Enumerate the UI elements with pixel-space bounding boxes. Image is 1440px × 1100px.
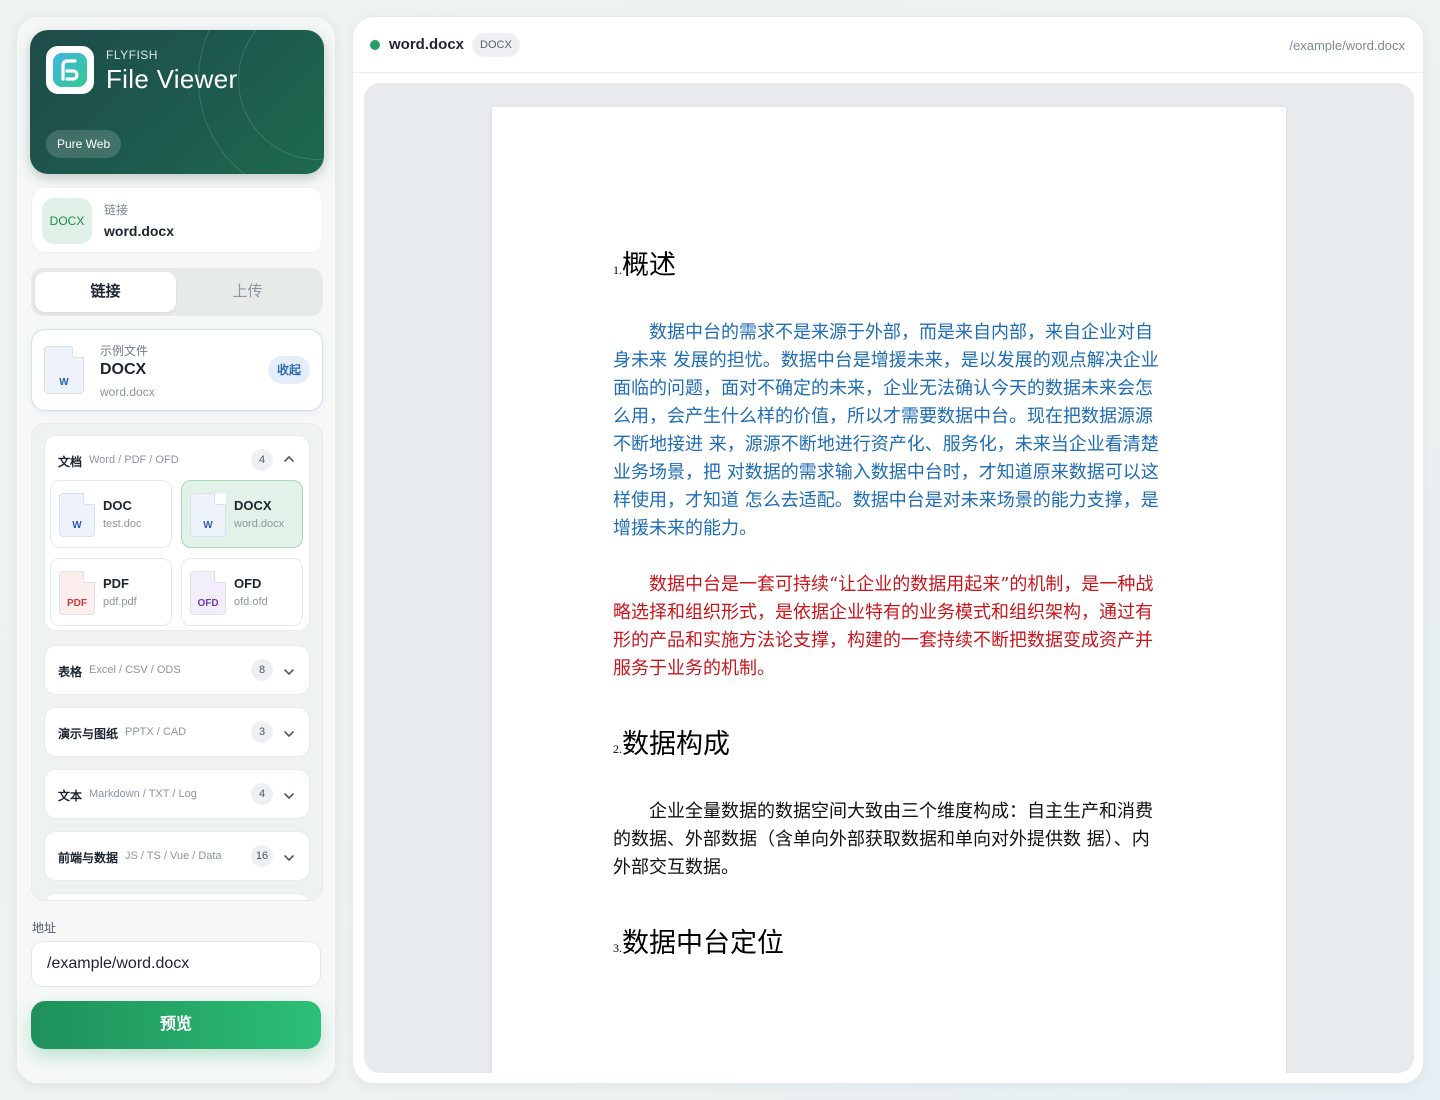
group-count: 4 bbox=[251, 449, 273, 471]
word-file-icon: W bbox=[190, 493, 226, 537]
group-frontend-data[interactable]: 前端与数据 JS / TS / Vue / Data 16 bbox=[44, 831, 310, 881]
heading-1: 1.概述 bbox=[613, 250, 676, 281]
app-title: File Viewer bbox=[106, 64, 238, 94]
address-label: 地址 bbox=[32, 921, 57, 935]
address-input[interactable]: /example/word.docx bbox=[31, 941, 321, 987]
source-segmented-control: 链接 上传 bbox=[31, 268, 323, 316]
group-more bbox=[44, 893, 310, 900]
chevron-down-icon[interactable] bbox=[283, 728, 295, 740]
ofd-file-icon: OFD bbox=[190, 571, 226, 615]
file-type-tag: DOCX bbox=[42, 198, 92, 244]
viewer-file-path: /example/word.docx bbox=[1289, 38, 1405, 53]
word-file-icon: W bbox=[44, 346, 84, 394]
current-file-label: 链接 bbox=[104, 203, 129, 217]
group-subtitle: Word / PDF / OFD bbox=[89, 454, 179, 466]
chevron-down-icon[interactable] bbox=[283, 852, 295, 864]
group-documents: 文档 Word / PDF / OFD 4 W DOC test.doc W D… bbox=[44, 435, 310, 631]
document-viewport[interactable]: 1.概述 数据中台的需求不是来源于外部，而是来自内部，来自企业对自身未来 发展的… bbox=[364, 83, 1414, 1073]
group-title[interactable]: 文档 bbox=[58, 453, 82, 470]
paragraph-3: 企业全量数据的数据空间大致由三个维度构成：自主生产和消费的数据、外部数据（含单向… bbox=[613, 801, 1153, 878]
tab-link[interactable]: 链接 bbox=[35, 272, 176, 312]
viewer-file-type: DOCX bbox=[472, 33, 520, 57]
sample-file-card[interactable]: W 示例文件 DOCX word.docx 收起 bbox=[31, 329, 323, 411]
file-tile-ofd[interactable]: OFD OFD ofd.ofd bbox=[181, 558, 303, 626]
file-catalog: 文档 Word / PDF / OFD 4 W DOC test.doc W D… bbox=[31, 423, 323, 901]
chevron-down-icon[interactable] bbox=[283, 790, 295, 802]
sidebar: FLYFISH File Viewer Pure Web DOCX 链接 wor… bbox=[16, 16, 336, 1084]
paragraph-2: 数据中台是一套可持续“让企业的数据用起来”的机制，是一种战略选择和组织形式，是依… bbox=[613, 574, 1154, 679]
viewer-header: word.docx DOCX /example/word.docx bbox=[353, 17, 1423, 73]
file-tile-doc[interactable]: W DOC test.doc bbox=[50, 480, 172, 548]
viewer-file-name: word.docx bbox=[389, 36, 465, 53]
chevron-down-icon[interactable] bbox=[283, 666, 295, 678]
chevron-up-icon[interactable] bbox=[283, 453, 295, 465]
sample-kicker: 示例文件 bbox=[100, 344, 149, 358]
tab-upload[interactable]: 上传 bbox=[177, 272, 318, 312]
viewer-panel: word.docx DOCX /example/word.docx 1.概述 数… bbox=[352, 16, 1424, 1084]
group-spreadsheets[interactable]: 表格 Excel / CSV / ODS 8 bbox=[44, 645, 310, 695]
sample-name: DOCX bbox=[100, 361, 147, 378]
group-slides-cad[interactable]: 演示与图纸 PPTX / CAD 3 bbox=[44, 707, 310, 757]
heading-3: 3.数据中台定位 bbox=[613, 928, 784, 959]
brand-card: FLYFISH File Viewer Pure Web bbox=[30, 30, 324, 174]
sample-file: word.docx bbox=[100, 385, 155, 399]
preview-button[interactable]: 预览 bbox=[31, 1001, 321, 1049]
collapse-button[interactable]: 收起 bbox=[268, 356, 310, 384]
document-page: 1.概述 数据中台的需求不是来源于外部，而是来自内部，来自企业对自身未来 发展的… bbox=[492, 107, 1286, 1073]
word-file-icon: W bbox=[59, 493, 95, 537]
pure-web-badge: Pure Web bbox=[46, 130, 122, 158]
brand-kicker: FLYFISH bbox=[106, 48, 158, 62]
heading-2: 2.数据构成 bbox=[613, 729, 730, 760]
app-logo-icon bbox=[46, 46, 94, 94]
group-text[interactable]: 文本 Markdown / TXT / Log 4 bbox=[44, 769, 310, 819]
file-tile-docx[interactable]: W DOCX word.docx bbox=[181, 480, 303, 548]
pdf-file-icon: PDF bbox=[59, 571, 95, 615]
current-file-card: DOCX 链接 word.docx bbox=[31, 187, 323, 253]
file-tile-pdf[interactable]: PDF PDF pdf.pdf bbox=[50, 558, 172, 626]
current-file-name: word.docx bbox=[104, 223, 175, 239]
status-indicator bbox=[370, 40, 380, 50]
paragraph-1: 数据中台的需求不是来源于外部，而是来自内部，来自企业对自身未来 发展的担忧。数据… bbox=[613, 322, 1159, 539]
